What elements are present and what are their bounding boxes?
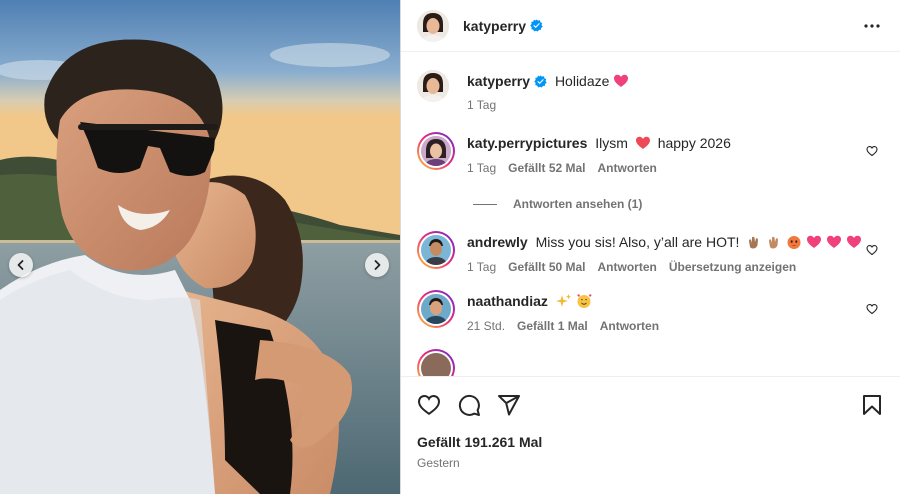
chevron-left-icon	[17, 260, 24, 270]
chevron-right-icon	[374, 260, 381, 270]
comment-button[interactable]	[457, 393, 481, 417]
replies-divider	[473, 203, 497, 205]
comment-like-button[interactable]	[866, 144, 878, 160]
header-user: katyperry	[463, 18, 543, 34]
comment-text: Miss you sis! Also, y’all are HOT!	[535, 234, 740, 250]
sparkles-emoji-icon	[555, 294, 571, 307]
pink-heart-emoji-icon	[826, 235, 841, 248]
comment-avatar-image	[421, 136, 451, 166]
comment-avatar	[421, 353, 451, 376]
verified-badge-icon	[534, 75, 547, 88]
heart-icon	[866, 304, 878, 315]
caption-avatar[interactable]	[417, 70, 449, 102]
verified-badge-icon	[530, 19, 543, 32]
comment-time[interactable]: 21 Std.	[467, 319, 505, 333]
comment-item: katy.perrypictures Ilysm happy 2026 1 Ta…	[417, 132, 884, 175]
share-icon	[498, 395, 520, 416]
save-button[interactable]	[860, 393, 884, 417]
caption-avatar-image	[417, 70, 449, 102]
comment-text-after: happy 2026	[657, 135, 731, 151]
share-button[interactable]	[497, 393, 521, 417]
hot-face-emoji-icon	[787, 236, 801, 249]
smiling-face-with-hearts-emoji-icon	[577, 294, 592, 308]
more-options-button[interactable]	[860, 14, 884, 38]
comment-username[interactable]: naathandiaz	[467, 293, 548, 309]
reply-button[interactable]: Antworten	[598, 260, 657, 274]
pink-heart-emoji-icon	[846, 235, 861, 248]
caption-username[interactable]: katyperry	[467, 73, 530, 89]
comment-avatar	[421, 294, 451, 324]
comment-avatar-image	[421, 235, 451, 265]
comment-item: andrewly Miss you sis! Also, y’all are H…	[417, 231, 884, 274]
carousel-next-button[interactable]	[365, 253, 389, 277]
pink-heart-emoji-icon	[614, 74, 629, 87]
more-horizontal-icon	[864, 23, 880, 28]
red-heart-emoji-icon	[635, 136, 650, 149]
comment-avatar-story-ring[interactable]	[417, 349, 455, 376]
comment-time[interactable]: 1 Tag	[467, 260, 496, 274]
heart-icon	[866, 146, 878, 157]
post-actions: Gefällt 191.261 Mal Gestern	[401, 376, 900, 494]
author-avatar-image	[417, 9, 449, 42]
author-username[interactable]: katyperry	[463, 18, 526, 34]
heart-icon	[866, 245, 878, 256]
post-likes-count[interactable]: Gefällt 191.261 Mal	[417, 434, 884, 450]
heart-icon	[417, 394, 441, 416]
comment-avatar-image	[421, 294, 451, 324]
bookmark-icon	[863, 395, 881, 415]
translate-button[interactable]: Übersetzung anzeigen	[669, 260, 796, 274]
photo-illustration	[0, 0, 400, 494]
caption: katyperry Holidaze 1 Tag	[417, 70, 884, 112]
comment-likes[interactable]: Gefällt 50 Mal	[508, 260, 585, 274]
view-replies-label: Antworten ansehen (1)	[513, 197, 643, 211]
comment-item: naathandiaz 21 Std. Gefällt 1 Mal Antwor…	[417, 290, 884, 333]
post-header: katyperry	[401, 0, 900, 52]
comment-avatar	[421, 136, 451, 166]
carousel-prev-button[interactable]	[9, 253, 33, 277]
comment-time[interactable]: 1 Tag	[467, 161, 496, 175]
comment-avatar-story-ring[interactable]	[417, 132, 455, 170]
post-photo[interactable]	[0, 0, 400, 494]
comment-avatar	[421, 235, 451, 265]
instagram-post: katyperry katyperry Holidaze 1 Tag katy.…	[0, 0, 900, 494]
comment-item-partial	[417, 349, 884, 376]
action-icons	[417, 377, 884, 429]
comment-likes[interactable]: Gefällt 1 Mal	[517, 319, 588, 333]
clapping-hands-emoji-icon	[749, 236, 759, 249]
pink-heart-emoji-icon	[806, 235, 821, 248]
caption-time[interactable]: 1 Tag	[467, 98, 496, 112]
author-avatar[interactable]	[417, 9, 449, 42]
view-replies-button[interactable]: Antworten ansehen (1)	[473, 197, 884, 211]
like-button[interactable]	[417, 393, 441, 417]
post-side-panel: katyperry katyperry Holidaze 1 Tag katy.…	[400, 0, 900, 494]
comments-list[interactable]: katyperry Holidaze 1 Tag katy.perrypictu…	[401, 52, 900, 376]
clapping-hands-emoji-icon	[769, 236, 779, 249]
post-date: Gestern	[417, 456, 460, 470]
comment-like-button[interactable]	[866, 243, 878, 259]
comment-icon	[458, 394, 480, 416]
comment-username[interactable]: katy.perrypictures	[467, 135, 587, 151]
caption-text: Holidaze	[554, 73, 610, 89]
comment-avatar-story-ring[interactable]	[417, 290, 455, 328]
comment-text-before: Ilysm	[595, 135, 628, 151]
comment-emojis	[746, 234, 861, 250]
reply-button[interactable]: Antworten	[598, 161, 657, 175]
comment-like-button[interactable]	[866, 302, 878, 318]
comment-username[interactable]: andrewly	[467, 234, 528, 250]
comment-likes[interactable]: Gefällt 52 Mal	[508, 161, 585, 175]
reply-button[interactable]: Antworten	[600, 319, 659, 333]
comment-avatar-story-ring[interactable]	[417, 231, 455, 269]
